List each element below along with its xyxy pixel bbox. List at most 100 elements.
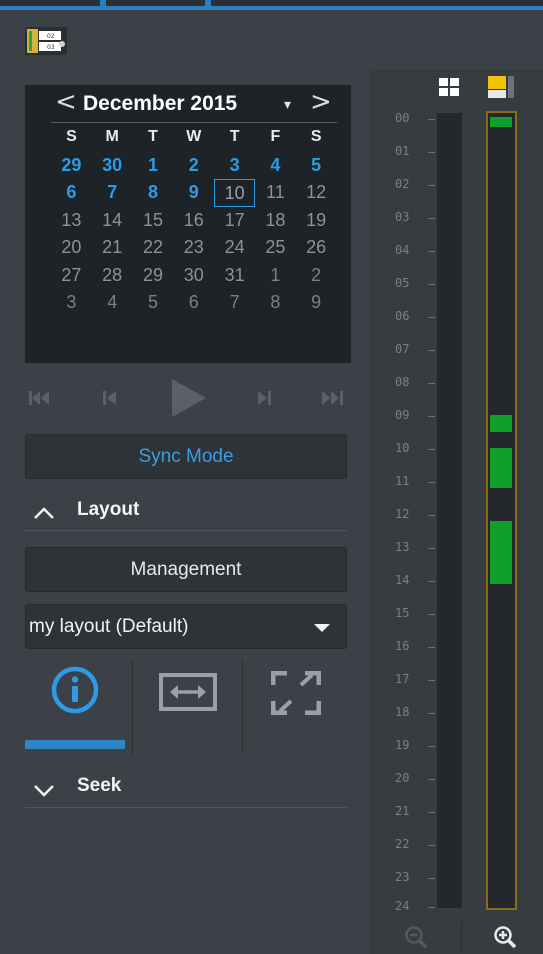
app-icon[interactable]: 02 03 (25, 27, 67, 55)
calendar-day[interactable]: 4 (92, 289, 133, 317)
calendar-day[interactable]: 5 (133, 289, 174, 317)
tab-divider (242, 660, 243, 755)
calendar-day[interactable]: 25 (255, 234, 296, 262)
calendar-day[interactable]: 27 (51, 262, 92, 290)
fit-tab[interactable] (135, 660, 240, 755)
divider (25, 807, 347, 808)
play-icon[interactable] (165, 370, 210, 425)
calendar-day[interactable]: 6 (173, 289, 214, 317)
hour-label: 20 (395, 771, 410, 785)
calendar-day[interactable]: 8 (133, 179, 174, 207)
calendar-week: 6 7 8 9 10 11 12 (51, 179, 337, 207)
calendar-week: 29 30 1 2 3 4 5 (51, 152, 337, 180)
calendar-day[interactable]: 18 (255, 207, 296, 235)
calendar-day-today[interactable]: 10 (214, 179, 255, 207)
recording-segment[interactable] (490, 116, 512, 127)
seek-section-header[interactable]: Seek (32, 773, 352, 803)
calendar-day[interactable]: 17 (214, 207, 255, 235)
recording-segment[interactable] (490, 415, 512, 432)
weekday-label: W (186, 128, 202, 145)
calendar-day[interactable]: 24 (214, 234, 255, 262)
playback-controls (25, 370, 351, 425)
calendar-day[interactable]: 28 (92, 262, 133, 290)
calendar-day[interactable]: 26 (296, 234, 337, 262)
top-border (0, 0, 543, 10)
management-button[interactable]: Management (25, 547, 347, 592)
calendar-day[interactable]: 13 (51, 207, 92, 235)
hour-label: 00 (395, 111, 410, 125)
prev-month-icon[interactable]: < (55, 87, 77, 117)
calendar-day[interactable]: 29 (133, 262, 174, 290)
timeline-track-all[interactable] (437, 113, 462, 908)
chevron-down-icon (34, 782, 54, 801)
month-label[interactable]: December 2015 (83, 92, 237, 116)
hour-label: 02 (395, 177, 410, 191)
next-month-icon[interactable]: > (310, 87, 332, 117)
calendar-day[interactable]: 7 (92, 179, 133, 207)
calendar-day[interactable]: 23 (173, 234, 214, 262)
calendar-day[interactable]: 14 (92, 207, 133, 235)
calendar-day[interactable]: 12 (296, 179, 337, 207)
hour-label: 22 (395, 837, 410, 851)
hour-label: 13 (395, 540, 410, 554)
marker-icon[interactable] (488, 76, 514, 102)
calendar-day[interactable]: 21 (92, 234, 133, 262)
zoom-out-icon[interactable] (404, 925, 428, 953)
hour-label: 08 (395, 375, 410, 389)
calendar-day[interactable]: 4 (255, 152, 296, 180)
calendar-day[interactable]: 7 (214, 289, 255, 317)
calendar-day[interactable]: 9 (296, 289, 337, 317)
calendar-day[interactable]: 29 (51, 152, 92, 180)
sync-mode-button[interactable]: Sync Mode (25, 434, 347, 479)
calendar-day[interactable]: 2 (173, 152, 214, 180)
layout-section-title: Layout (77, 499, 140, 520)
calendar-day[interactable]: 5 (296, 152, 337, 180)
calendar-day[interactable]: 30 (92, 152, 133, 180)
zoom-divider (461, 922, 462, 952)
hour-label: 04 (395, 243, 410, 257)
hour-label: 01 (395, 144, 410, 158)
chevron-up-icon (34, 504, 54, 523)
fullscreen-tab[interactable] (245, 660, 347, 755)
hour-label: 24 (395, 899, 410, 913)
zoom-in-icon[interactable] (493, 925, 517, 953)
calendar-week: 3 4 5 6 7 8 9 (51, 289, 337, 317)
recording-segment[interactable] (490, 448, 512, 488)
calendar-day[interactable]: 16 (173, 207, 214, 235)
weekday-label: T (148, 128, 158, 145)
calendar-day[interactable]: 2 (296, 262, 337, 290)
divider (25, 530, 347, 531)
calendar-day[interactable]: 30 (173, 262, 214, 290)
next-frame-icon[interactable] (250, 370, 280, 425)
fit-width-icon (158, 672, 218, 716)
timeline-track-selected[interactable] (486, 111, 517, 910)
tab-divider (132, 660, 133, 755)
calendar-day[interactable]: 11 (255, 179, 296, 207)
calendar-day[interactable]: 22 (133, 234, 174, 262)
dropdown-arrow-icon (314, 624, 330, 632)
calendar-day[interactable]: 3 (51, 289, 92, 317)
calendar-day[interactable]: 15 (133, 207, 174, 235)
previous-frame-icon[interactable] (95, 370, 125, 425)
skip-to-start-icon[interactable] (25, 370, 55, 425)
hour-label: 19 (395, 738, 410, 752)
calendar-day[interactable]: 19 (296, 207, 337, 235)
month-dropdown-icon[interactable]: ▾ (284, 97, 291, 113)
calendar-day[interactable]: 3 (214, 152, 255, 180)
svg-text:02: 02 (47, 33, 55, 40)
weekday-label: F (270, 128, 281, 145)
calendar-day[interactable]: 6 (51, 179, 92, 207)
calendar-day[interactable]: 20 (51, 234, 92, 262)
hour-label: 23 (395, 870, 410, 884)
layout-section-header[interactable]: Layout (32, 496, 352, 526)
grid-view-icon[interactable] (439, 78, 459, 100)
calendar-day[interactable]: 9 (173, 179, 214, 207)
skip-to-end-icon[interactable] (318, 370, 348, 425)
calendar-day[interactable]: 1 (255, 262, 296, 290)
calendar-day[interactable]: 31 (214, 262, 255, 290)
calendar-day[interactable]: 8 (255, 289, 296, 317)
calendar-day[interactable]: 1 (133, 152, 174, 180)
layout-select[interactable]: my layout (Default) (25, 604, 347, 649)
recording-segment[interactable] (490, 520, 512, 584)
hour-label: 06 (395, 309, 410, 323)
